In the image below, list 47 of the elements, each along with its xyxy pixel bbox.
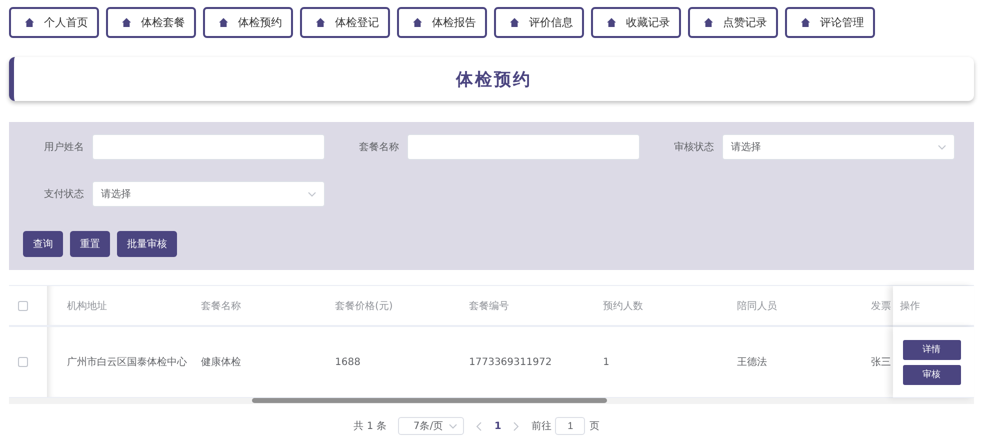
row-action-button[interactable]: 审核: [902, 364, 960, 384]
nav-button[interactable]: 个人首页: [9, 7, 99, 38]
goto-field[interactable]: 1: [555, 417, 586, 435]
nav-button[interactable]: 体检登记: [300, 7, 390, 38]
house-icon: [607, 18, 616, 27]
nav-button[interactable]: 评论管理: [785, 7, 875, 38]
chevron-down-icon: [449, 424, 458, 428]
action-button[interactable]: 批量审核: [117, 231, 177, 257]
nav-button[interactable]: 体检报告: [397, 7, 487, 38]
nav-button[interactable]: 收藏记录: [591, 7, 681, 38]
total-count: 共 1 条: [354, 420, 386, 433]
scrollbar-thumb[interactable]: [252, 398, 607, 403]
house-icon: [219, 18, 228, 27]
text-field[interactable]: [92, 134, 325, 160]
house-icon: [704, 18, 713, 27]
house-icon: [801, 18, 810, 27]
nav-button[interactable]: 点赞记录: [688, 7, 778, 38]
row-action-button[interactable]: 详情: [902, 340, 960, 360]
page-size-select[interactable]: 7条/页: [398, 417, 464, 435]
checkbox[interactable]: [18, 300, 28, 310]
house-icon: [122, 18, 131, 27]
action-button[interactable]: 重置: [70, 231, 110, 257]
text-field[interactable]: [407, 134, 640, 160]
chevron-down-icon: [308, 192, 316, 196]
filter-label: 审核状态: [673, 140, 715, 154]
previous-icon[interactable]: [476, 422, 482, 430]
filter-label: 支付状态: [43, 188, 85, 201]
column-header: 操作: [900, 300, 920, 312]
select-field[interactable]: 请选择: [92, 181, 325, 207]
chevron-down-icon: [938, 144, 946, 150]
house-icon: [316, 18, 325, 27]
nav-button[interactable]: 评价信息: [494, 7, 584, 38]
select-field[interactable]: 请选择: [722, 134, 955, 160]
nav-button[interactable]: 体检套餐: [106, 7, 196, 38]
filter-label: 套餐名称: [358, 140, 400, 154]
filter-label: 用户姓名: [43, 140, 85, 154]
nav-button[interactable]: 体检预约: [203, 7, 293, 38]
action-button[interactable]: 查询: [23, 231, 63, 257]
page-suffix: 页: [589, 420, 600, 433]
goto-label: 前往: [531, 420, 552, 433]
house-icon: [25, 18, 34, 27]
page-number[interactable]: 1: [494, 420, 502, 432]
page-title: 体检预约: [456, 68, 532, 90]
next-icon[interactable]: [513, 422, 520, 430]
checkbox[interactable]: [18, 357, 28, 367]
house-icon: [413, 18, 422, 27]
house-icon: [510, 18, 519, 27]
